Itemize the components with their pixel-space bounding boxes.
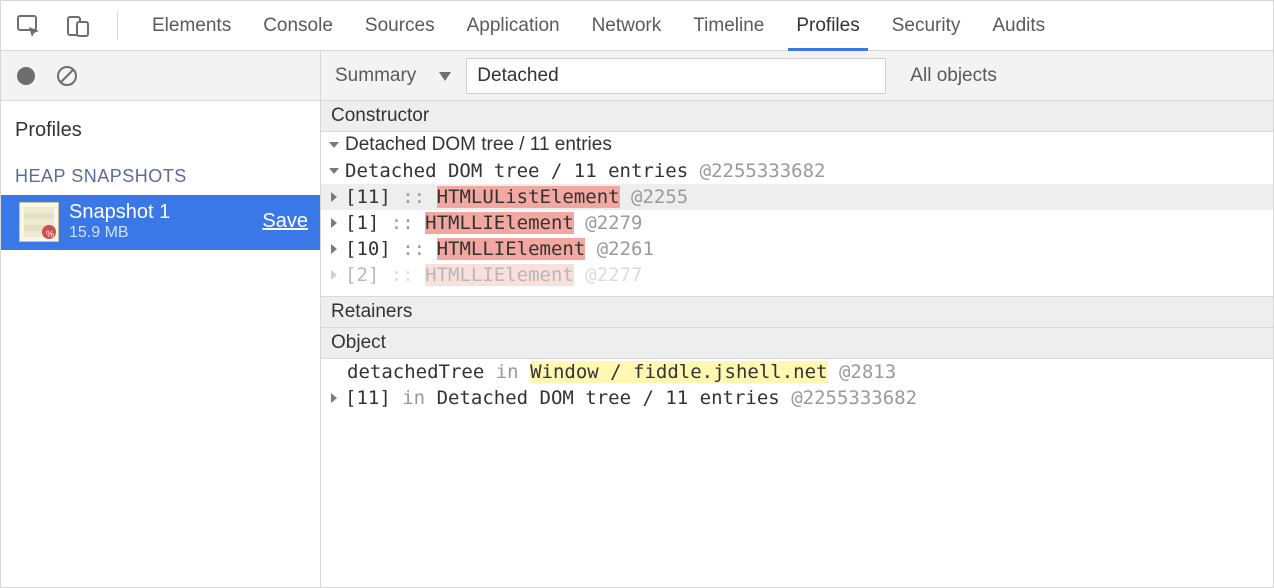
chevron-down-icon xyxy=(438,70,452,82)
profiles-sidebar: Profiles HEAP SNAPSHOTS % Snapshot 1 15.… xyxy=(1,51,321,587)
constructor-row[interactable]: [2] :: HTMLLIElement @2277 xyxy=(321,262,1273,288)
tab-network[interactable]: Network xyxy=(590,1,664,50)
constructor-tree[interactable]: Detached DOM tree / 11 entriesDetached D… xyxy=(321,132,1273,288)
constructor-row[interactable]: Detached DOM tree / 11 entries @22553336… xyxy=(321,158,1273,184)
retainer-row[interactable]: [11] in Detached DOM tree / 11 entries @… xyxy=(321,385,1273,411)
snapshot-save-link[interactable]: Save xyxy=(262,210,308,233)
profiles-main: Summary All objects Constructor Detached… xyxy=(321,51,1273,587)
summary-label: Summary xyxy=(335,65,416,87)
tab-console[interactable]: Console xyxy=(261,1,335,50)
main-toolbar: Summary All objects xyxy=(321,51,1273,101)
retainer-row[interactable]: detachedTree in Window / fiddle.jshell.n… xyxy=(321,359,1273,385)
tab-timeline[interactable]: Timeline xyxy=(691,1,766,50)
retainers-tree[interactable]: detachedTree in Window / fiddle.jshell.n… xyxy=(321,359,1273,411)
devtools-tabbar: Elements Console Sources Application Network… xyxy=(1,1,1273,51)
clear-icon[interactable] xyxy=(55,64,79,88)
snapshot-title: Snapshot 1 xyxy=(69,201,170,224)
inspect-element-icon[interactable] xyxy=(13,1,45,50)
separator xyxy=(117,11,118,40)
constructor-column-header[interactable]: Constructor xyxy=(321,101,1273,132)
tab-profiles[interactable]: Profiles xyxy=(794,1,861,50)
heap-snapshots-heading: HEAP SNAPSHOTS xyxy=(1,150,320,195)
tab-security[interactable]: Security xyxy=(890,1,963,50)
panel-tabs: Elements Console Sources Application Network… xyxy=(150,1,1047,50)
record-icon[interactable] xyxy=(15,65,37,87)
profiles-heading: Profiles xyxy=(1,101,320,150)
sidebar-toolbar xyxy=(1,51,320,101)
snapshot-size: 15.9 MB xyxy=(69,224,170,242)
tab-audits[interactable]: Audits xyxy=(990,1,1047,50)
object-column-header[interactable]: Object xyxy=(321,328,1273,359)
device-toggle-icon[interactable] xyxy=(63,1,93,50)
snapshot-icon: % xyxy=(19,202,59,242)
tab-sources[interactable]: Sources xyxy=(363,1,437,50)
snapshot-item[interactable]: % Snapshot 1 15.9 MB Save xyxy=(1,195,320,250)
tab-elements[interactable]: Elements xyxy=(150,1,233,50)
constructor-row[interactable]: Detached DOM tree / 11 entries xyxy=(321,132,1273,158)
constructor-row[interactable]: [10] :: HTMLLIElement @2261 xyxy=(321,236,1273,262)
retainers-header: Retainers xyxy=(321,297,1273,328)
class-filter-input[interactable] xyxy=(466,58,886,94)
constructor-row[interactable]: [11] :: HTMLUListElement @2255 xyxy=(321,184,1273,210)
summary-dropdown[interactable]: Summary xyxy=(335,65,452,87)
constructor-row[interactable]: [1] :: HTMLLIElement @2279 xyxy=(321,210,1273,236)
tab-application[interactable]: Application xyxy=(465,1,562,50)
all-objects-dropdown[interactable]: All objects xyxy=(910,65,997,87)
